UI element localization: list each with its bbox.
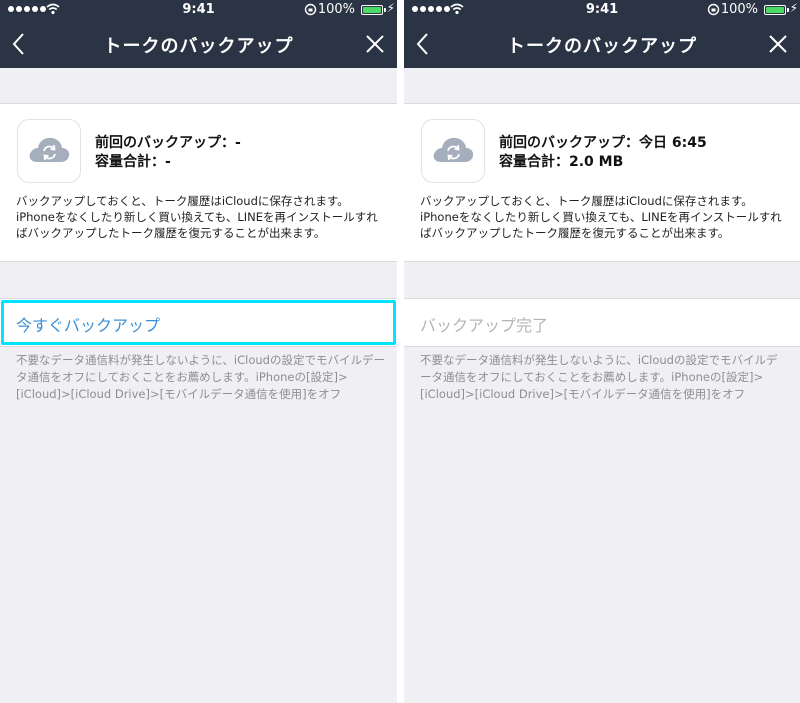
backup-info-card: 前回のバックアップ：今日 6:45 容量合計：2.0 MB バックアップしておく… <box>404 103 800 262</box>
battery-percent: 100% <box>317 2 355 17</box>
capacity-row: 容量合計：- <box>95 153 241 172</box>
icloud-sync-icon <box>17 119 81 183</box>
status-bar: 9:41 100% ⚡ <box>0 0 397 20</box>
status-bar: 9:41 100% ⚡ <box>404 0 800 20</box>
charging-bolt-icon: ⚡ <box>386 1 395 15</box>
last-backup-row: 前回のバックアップ：今日 6:45 <box>499 134 707 153</box>
last-backup-row: 前回のバックアップ：- <box>95 134 241 153</box>
page-title: トークのバックアップ <box>103 36 294 57</box>
backup-status: 前回のバックアップ：今日 6:45 容量合計：2.0 MB <box>499 134 707 172</box>
backup-complete-label: バックアップ完了 <box>420 316 549 335</box>
highlight-outline <box>1 300 396 345</box>
last-backup-label: 前回のバックアップ： <box>95 135 235 151</box>
screen-before-backup: 9:41 100% ⚡ トークのバックアップ 前回のバックアップ：- 容量合計：… <box>0 0 397 703</box>
backup-info-card: 前回のバックアップ：- 容量合計：- バックアップしておくと、トーク履歴はiCl… <box>0 103 397 262</box>
icloud-sync-icon <box>421 119 485 183</box>
nav-bar: トークのバックアップ <box>0 20 397 68</box>
backup-complete-row: バックアップ完了 <box>404 298 800 347</box>
backup-status: 前回のバックアップ：- 容量合計：- <box>95 134 241 172</box>
rotation-lock-icon <box>707 3 720 16</box>
capacity-value: 2.0 MB <box>569 154 624 170</box>
last-backup-value: 今日 6:45 <box>639 135 707 151</box>
rotation-lock-icon <box>304 3 317 16</box>
top-bar: 9:41 100% ⚡ トークのバックアップ <box>0 0 397 68</box>
close-icon[interactable] <box>363 32 387 56</box>
screen-after-backup: 9:41 100% ⚡ トークのバックアップ 前回のバックアップ：今日 6:45… <box>404 0 800 703</box>
capacity-label: 容量合計： <box>499 154 569 170</box>
top-bar: 9:41 100% ⚡ トークのバックアップ <box>404 0 800 68</box>
capacity-row: 容量合計：2.0 MB <box>499 153 707 172</box>
capacity-value: - <box>165 154 171 170</box>
last-backup-label: 前回のバックアップ： <box>499 135 639 151</box>
close-icon[interactable] <box>766 32 790 56</box>
nav-bar: トークのバックアップ <box>404 20 800 68</box>
backup-description: バックアップしておくと、トーク履歴はiCloudに保存されます。iPhoneをな… <box>16 194 378 240</box>
charging-bolt-icon: ⚡ <box>789 1 798 15</box>
backup-description: バックアップしておくと、トーク履歴はiCloudに保存されます。iPhoneをな… <box>420 194 782 240</box>
last-backup-value: - <box>235 135 241 151</box>
battery-icon <box>764 5 786 15</box>
battery-icon <box>361 5 383 15</box>
data-usage-note: 不要なデータ通信料が発生しないように、iCloudの設定でモバイルデータ通信をオ… <box>16 353 385 401</box>
page-title: トークのバックアップ <box>507 36 697 57</box>
data-usage-note: 不要なデータ通信料が発生しないように、iCloudの設定でモバイルデータ通信をオ… <box>420 353 778 401</box>
battery-percent: 100% <box>720 2 758 17</box>
capacity-label: 容量合計： <box>95 154 165 170</box>
